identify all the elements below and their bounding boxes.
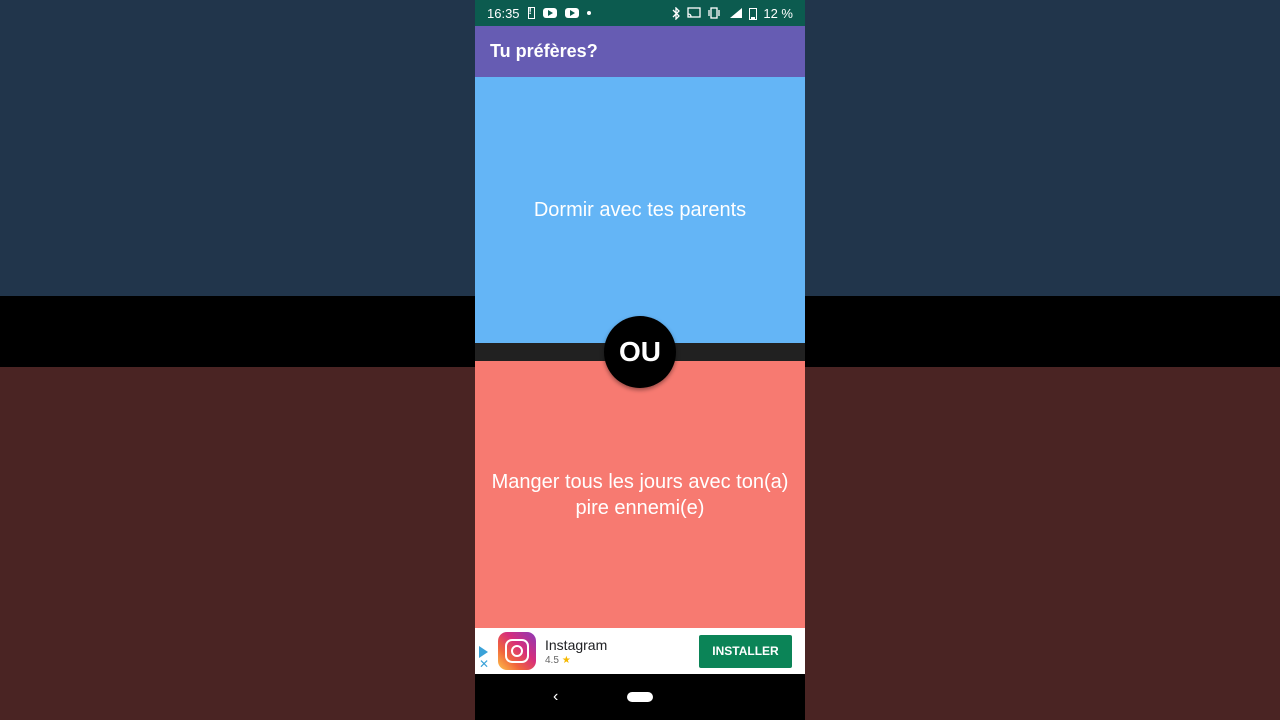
option-a-text: Dormir avec tes parents xyxy=(533,198,747,221)
star-icon: ★ xyxy=(561,654,571,666)
battery-alert-icon xyxy=(527,6,535,19)
dot-icon xyxy=(586,11,591,15)
youtube-icon xyxy=(564,8,579,18)
youtube-icon xyxy=(542,8,557,18)
status-bar: 16:35 12 % xyxy=(475,0,805,26)
ad-rating-value: 4.5 xyxy=(545,654,559,666)
ad-banner[interactable]: ✕ Instagram 4.5 ★ INSTALLER xyxy=(475,628,805,674)
app-bar: Tu préfères? xyxy=(475,26,805,77)
bluetooth-icon xyxy=(671,6,681,20)
option-a-card[interactable]: Dormir avec tes parents xyxy=(475,77,805,343)
vibrate-icon xyxy=(707,7,721,19)
phone-screen: 16:35 12 % Tu préfères? xyxy=(475,0,805,720)
install-button[interactable]: INSTALLER xyxy=(699,634,792,668)
navigation-bar: ‹ xyxy=(475,674,805,720)
instagram-logo-icon xyxy=(498,632,536,670)
back-icon[interactable]: ‹ xyxy=(553,688,558,706)
option-b-text: Manger tous les jours avec ton(a) pire e… xyxy=(491,470,789,519)
or-badge-label: OU xyxy=(619,336,661,367)
ad-close-icon[interactable]: ✕ xyxy=(479,658,489,670)
status-time: 16:35 xyxy=(487,5,520,21)
ad-choices[interactable]: ✕ xyxy=(475,628,495,674)
battery-percentage: 12 % xyxy=(763,5,793,21)
or-badge: OU xyxy=(604,316,676,388)
app-title: Tu préfères? xyxy=(490,41,598,61)
battery-icon xyxy=(749,7,758,20)
signal-4g-icon xyxy=(727,7,743,19)
ad-app-name: Instagram xyxy=(545,636,608,653)
ad-text: Instagram 4.5 ★ xyxy=(545,637,607,666)
ad-rating: 4.5 ★ xyxy=(545,655,607,666)
home-pill-icon[interactable] xyxy=(627,692,653,702)
option-b-card[interactable]: Manger tous les jours avec ton(a) pire e… xyxy=(475,361,805,628)
cast-icon xyxy=(687,7,702,19)
